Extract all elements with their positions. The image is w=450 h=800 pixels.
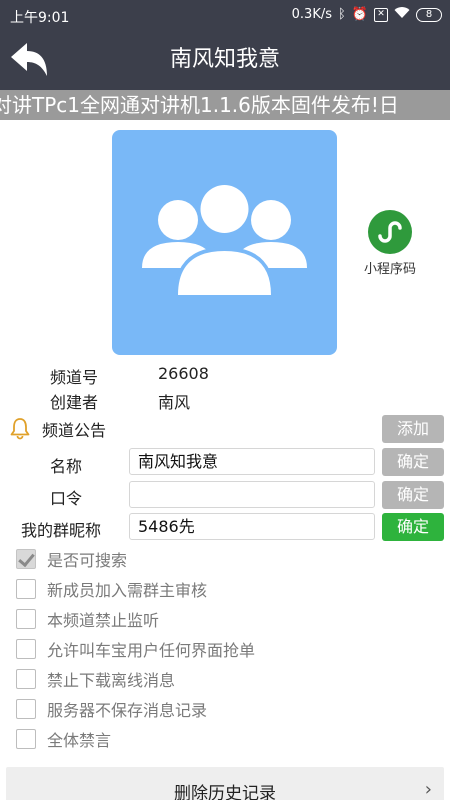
- option-label: 允许叫车宝用户任何界面抢单: [47, 641, 256, 660]
- sim-off-icon: ✕: [374, 7, 388, 22]
- option-checkbox[interactable]: [16, 609, 36, 629]
- option-checkbox[interactable]: [16, 579, 36, 599]
- option-checkbox[interactable]: [16, 549, 36, 569]
- announcement-label: 频道公告: [42, 421, 107, 440]
- password-label: 口令: [50, 489, 83, 508]
- option-checkbox[interactable]: [16, 729, 36, 749]
- back-button[interactable]: [8, 40, 52, 80]
- option-checkbox[interactable]: [16, 669, 36, 689]
- option-label: 全体禁言: [47, 731, 112, 750]
- announcement-marquee: 对讲TPc1全网通对讲机1.1.6版本固件发布!日: [0, 90, 450, 120]
- option-no-monitor[interactable]: 本频道禁止监听: [16, 607, 159, 631]
- battery-icon: 8: [416, 7, 442, 22]
- option-allow-grab-order[interactable]: 允许叫车宝用户任何界面抢单: [16, 637, 255, 661]
- confirm-name-button[interactable]: 确定: [382, 448, 444, 476]
- option-label: 是否可搜索: [47, 551, 128, 570]
- alarm-icon: ⏰: [351, 7, 368, 22]
- option-checkbox[interactable]: [16, 699, 36, 719]
- battery-level: 8: [425, 8, 433, 20]
- option-member-review[interactable]: 新成员加入需群主审核: [16, 577, 207, 601]
- chevron-right-icon: ›: [424, 779, 432, 800]
- confirm-nickname-button[interactable]: 确定: [382, 513, 444, 541]
- option-checkbox[interactable]: [16, 639, 36, 659]
- channel-number-label: 频道号: [50, 368, 99, 387]
- status-indicators: 0.3K/s ᛒ ⏰ ✕ 8: [292, 6, 442, 23]
- status-bar: 上午9:01 0.3K/s ᛒ ⏰ ✕ 8: [0, 0, 450, 30]
- name-input[interactable]: 南风知我意: [129, 448, 375, 475]
- option-label: 服务器不保存消息记录: [47, 701, 208, 720]
- nickname-input[interactable]: 5486先: [129, 513, 375, 540]
- marquee-text: 对讲TPc1全网通对讲机1.1.6版本固件发布!日: [0, 93, 399, 117]
- password-input[interactable]: [129, 481, 375, 508]
- channel-number-value: 26608: [158, 364, 209, 383]
- mini-program-icon: [368, 210, 412, 254]
- name-label: 名称: [50, 457, 83, 476]
- confirm-password-button[interactable]: 确定: [382, 481, 444, 509]
- bell-icon: [10, 418, 30, 440]
- creator-row: 创建者 南风: [50, 389, 190, 413]
- network-speed: 0.3K/s: [291, 7, 332, 22]
- mini-program-button[interactable]: 小程序码: [360, 210, 420, 277]
- group-users-icon: [142, 182, 307, 298]
- creator-label: 创建者: [50, 393, 99, 412]
- option-searchable[interactable]: 是否可搜索: [16, 547, 127, 571]
- title-bar: 南风知我意: [0, 30, 450, 90]
- group-avatar[interactable]: [112, 130, 337, 355]
- wifi-icon: [394, 6, 410, 23]
- option-no-server-save[interactable]: 服务器不保存消息记录: [16, 697, 207, 721]
- option-label: 禁止下载离线消息: [47, 671, 176, 690]
- nickname-label: 我的群昵称: [21, 521, 102, 540]
- back-arrow-icon: [11, 43, 47, 76]
- channel-number-row: 频道号 26608: [50, 364, 209, 388]
- add-announcement-button[interactable]: 添加: [382, 415, 444, 443]
- delete-history-button[interactable]: 删除历史记录 ›: [6, 767, 444, 800]
- status-time: 上午9:01: [10, 10, 70, 26]
- page-title: 南风知我意: [169, 47, 280, 72]
- channel-announcement-row: 频道公告: [8, 414, 308, 442]
- option-label: 本频道禁止监听: [47, 611, 160, 630]
- mini-program-label: 小程序码: [363, 262, 416, 277]
- delete-history-label: 删除历史记录: [174, 784, 276, 800]
- option-no-offline-download[interactable]: 禁止下载离线消息: [16, 667, 175, 691]
- option-label: 新成员加入需群主审核: [47, 581, 208, 600]
- creator-value: 南风: [158, 393, 191, 412]
- option-mute-all[interactable]: 全体禁言: [16, 727, 111, 751]
- bluetooth-icon: ᛒ: [338, 7, 346, 22]
